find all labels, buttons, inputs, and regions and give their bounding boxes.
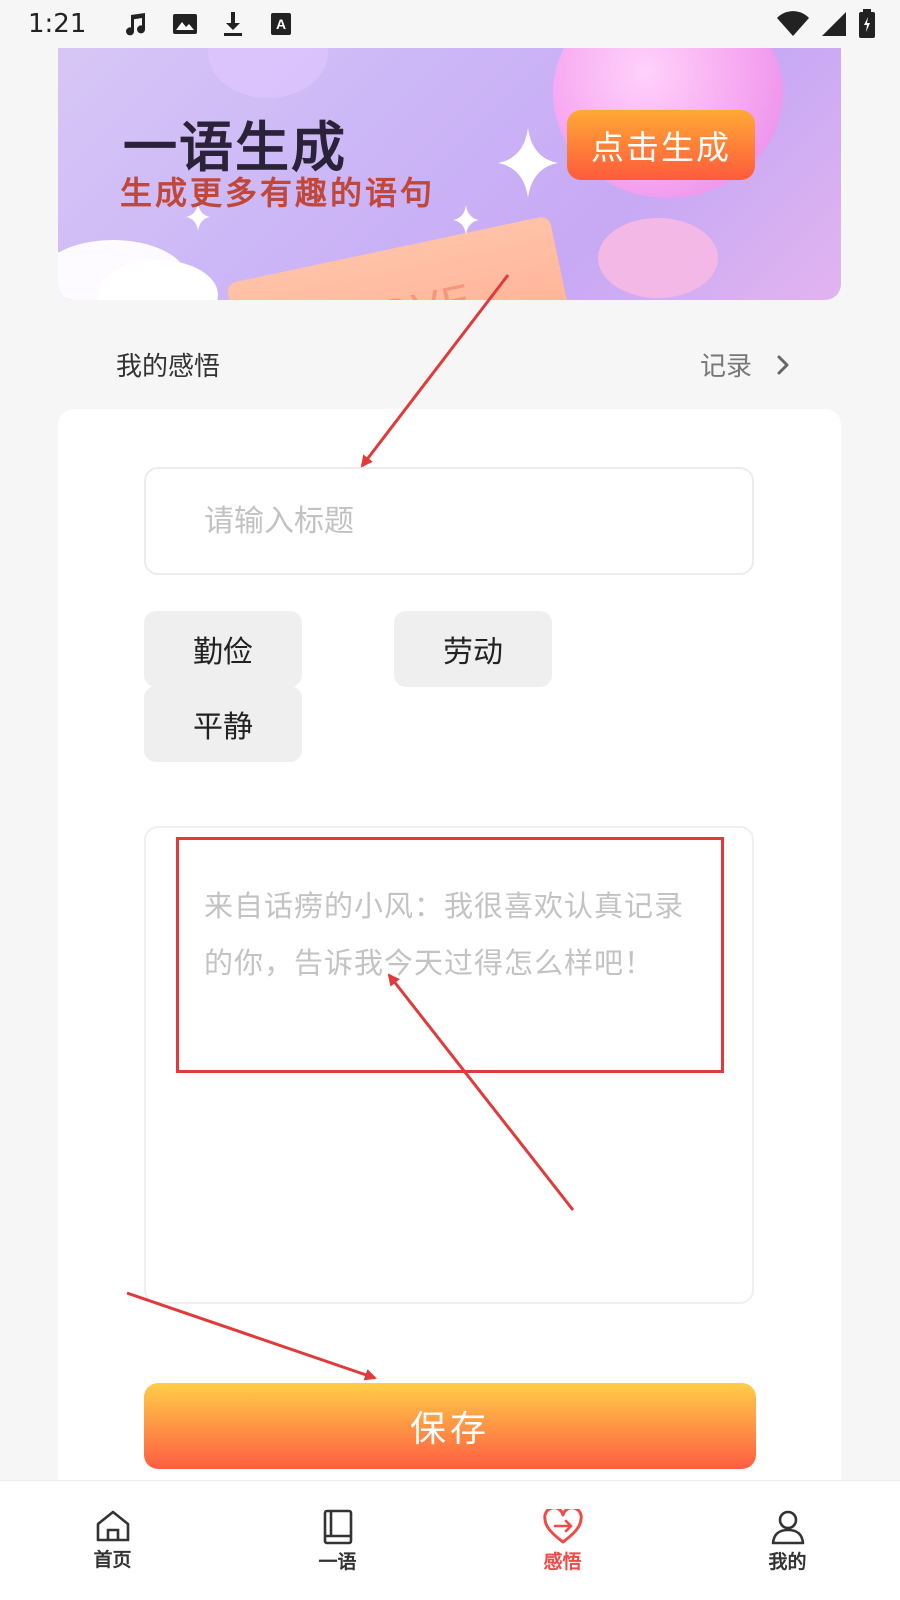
home-icon <box>96 1510 129 1542</box>
nav-item-home[interactable]: 首页 <box>0 1481 225 1600</box>
section-title: 我的感悟 <box>116 352 221 382</box>
chevron-right-icon <box>777 355 789 374</box>
title-input[interactable] <box>144 467 754 575</box>
nav-item-mine[interactable]: 我的 <box>675 1481 900 1600</box>
svg-text:A: A <box>276 16 286 32</box>
wing-decoration <box>598 218 718 298</box>
balloon-decoration <box>208 48 328 98</box>
nav-label: 一语 <box>318 1551 357 1573</box>
nav-item-yiyu[interactable]: 一语 <box>225 1481 450 1600</box>
download-icon <box>216 9 250 39</box>
status-time: 1:21 <box>28 9 87 39</box>
banner: LOVE 一语生成 生成更多有趣的语句 点击生成 <box>58 48 841 300</box>
music-icon <box>120 9 154 39</box>
battery-icon <box>858 9 876 46</box>
annotation-highlight-box <box>176 837 724 1073</box>
bottom-nav: 首页 一语 感悟 我的 <box>0 1480 900 1600</box>
nav-item-reflection[interactable]: 感悟 <box>450 1481 675 1600</box>
nav-label: 首页 <box>93 1549 132 1571</box>
tag-chip[interactable]: 劳动 <box>394 611 552 687</box>
sparkle-icon <box>498 128 558 198</box>
tag-chip[interactable]: 勤俭 <box>144 611 302 687</box>
status-bar: 1:21 A <box>0 0 900 48</box>
banner-subtitle: 生成更多有趣的语句 <box>120 174 436 212</box>
save-button[interactable]: 保存 <box>144 1383 756 1469</box>
book-icon <box>323 1509 352 1545</box>
signal-icon <box>820 10 848 45</box>
generate-button[interactable]: 点击生成 <box>567 110 755 180</box>
a-icon: A <box>264 9 298 39</box>
record-label: 记录 <box>699 352 752 382</box>
nav-label: 我的 <box>768 1551 807 1573</box>
wifi-icon <box>776 10 810 45</box>
record-link[interactable]: 记录 <box>700 346 790 383</box>
tag-chip[interactable]: 平静 <box>144 686 302 762</box>
user-icon <box>771 1510 804 1545</box>
heart-icon <box>542 1509 583 1544</box>
image-icon <box>168 9 202 39</box>
sparkle-icon <box>453 205 479 235</box>
nav-label: 感悟 <box>543 1551 582 1573</box>
